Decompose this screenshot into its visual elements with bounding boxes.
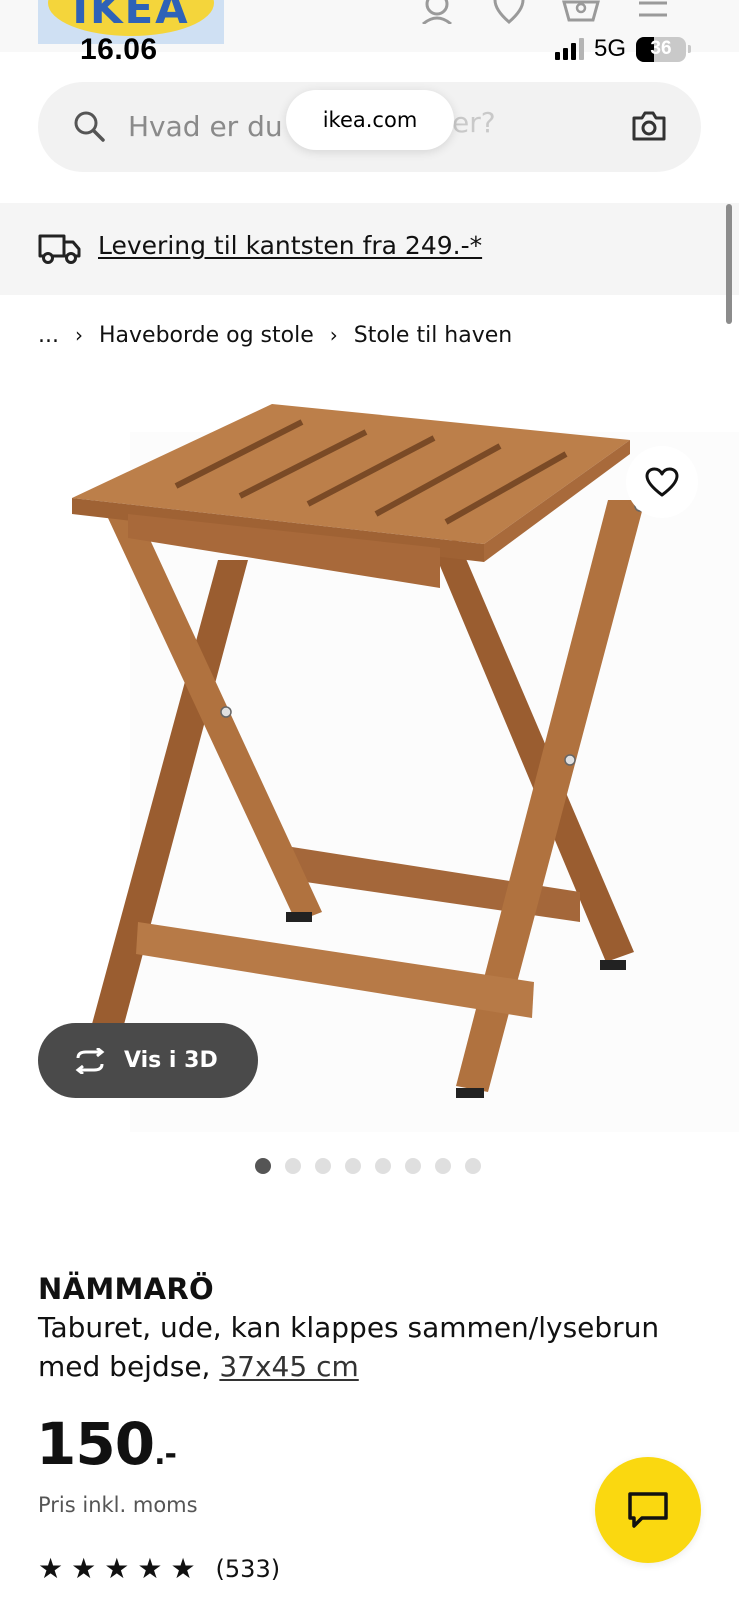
logo-text: IKEA bbox=[72, 0, 190, 33]
add-to-favourites-button[interactable] bbox=[626, 446, 698, 518]
delivery-link[interactable]: Levering til kantsten fra 249.-* bbox=[98, 231, 482, 260]
carousel-dot[interactable] bbox=[285, 1158, 301, 1174]
star-icon: ★ bbox=[104, 1552, 130, 1585]
carousel-dot[interactable] bbox=[435, 1158, 451, 1174]
view-in-3d-button[interactable]: Vis i 3D bbox=[38, 1023, 258, 1098]
delivery-banner[interactable]: Levering til kantsten fra 249.-* bbox=[0, 203, 739, 295]
carousel-dot[interactable] bbox=[255, 1158, 271, 1174]
heart-outline-icon bbox=[645, 467, 679, 497]
carousel-dot[interactable] bbox=[375, 1158, 391, 1174]
review-count: (533) bbox=[215, 1555, 281, 1583]
breadcrumb-item-more[interactable]: ... bbox=[38, 323, 59, 348]
product-name: NÄMMARÖ bbox=[38, 1272, 214, 1306]
carousel-dot[interactable] bbox=[465, 1158, 481, 1174]
profile-icon[interactable] bbox=[417, 0, 457, 24]
url-pill[interactable]: ikea.com bbox=[286, 90, 454, 150]
basket-icon[interactable] bbox=[561, 0, 601, 24]
cellular-signal-icon bbox=[554, 38, 584, 60]
scrollbar[interactable] bbox=[726, 204, 732, 324]
product-description: Taburet, ude, kan klappes sammen/lysebru… bbox=[38, 1308, 688, 1386]
breadcrumb: ... › Haveborde og stole › Stole til hav… bbox=[38, 318, 512, 352]
carousel-dot[interactable] bbox=[345, 1158, 361, 1174]
truck-icon bbox=[38, 232, 82, 270]
chevron-right-icon: › bbox=[74, 323, 83, 347]
camera-icon[interactable] bbox=[631, 110, 667, 146]
carousel-dot[interactable] bbox=[315, 1158, 331, 1174]
star-icon: ★ bbox=[170, 1552, 196, 1585]
price-note: Pris inkl. moms bbox=[38, 1493, 198, 1517]
carousel-dot[interactable] bbox=[405, 1158, 421, 1174]
product-rating[interactable]: ★ ★ ★ ★ ★ (533) bbox=[38, 1553, 280, 1585]
battery-percentage: 36 bbox=[650, 37, 672, 59]
star-icon: ★ bbox=[137, 1552, 163, 1585]
image-carousel-dots bbox=[255, 1158, 481, 1174]
price-decimal: .- bbox=[154, 1437, 177, 1472]
star-icon: ★ bbox=[38, 1552, 64, 1585]
star-icon: ★ bbox=[71, 1552, 97, 1585]
view-in-3d-label: Vis i 3D bbox=[124, 1048, 218, 1073]
status-time: 16.06 bbox=[80, 33, 158, 66]
battery-tip bbox=[688, 45, 691, 53]
price-integer: 150 bbox=[36, 1410, 155, 1478]
chevron-right-icon: › bbox=[329, 323, 338, 347]
search-icon bbox=[72, 109, 106, 147]
rotate-3d-icon bbox=[75, 1047, 105, 1074]
battery-icon: 36 bbox=[636, 36, 686, 62]
product-price: 150.- bbox=[36, 1410, 177, 1478]
status-indicators: 5G 36 bbox=[554, 35, 691, 63]
product-size-link[interactable]: 37x45 cm bbox=[219, 1350, 358, 1383]
heart-icon[interactable] bbox=[489, 0, 529, 24]
header-icons bbox=[417, 0, 673, 24]
chat-button[interactable] bbox=[595, 1457, 701, 1563]
chat-bubble-icon bbox=[628, 1492, 668, 1528]
network-type: 5G bbox=[593, 35, 626, 62]
breadcrumb-item-garden-tables[interactable]: Haveborde og stole bbox=[99, 323, 314, 348]
breadcrumb-item-garden-chairs[interactable]: Stole til haven bbox=[354, 323, 512, 348]
menu-icon[interactable] bbox=[633, 0, 673, 24]
